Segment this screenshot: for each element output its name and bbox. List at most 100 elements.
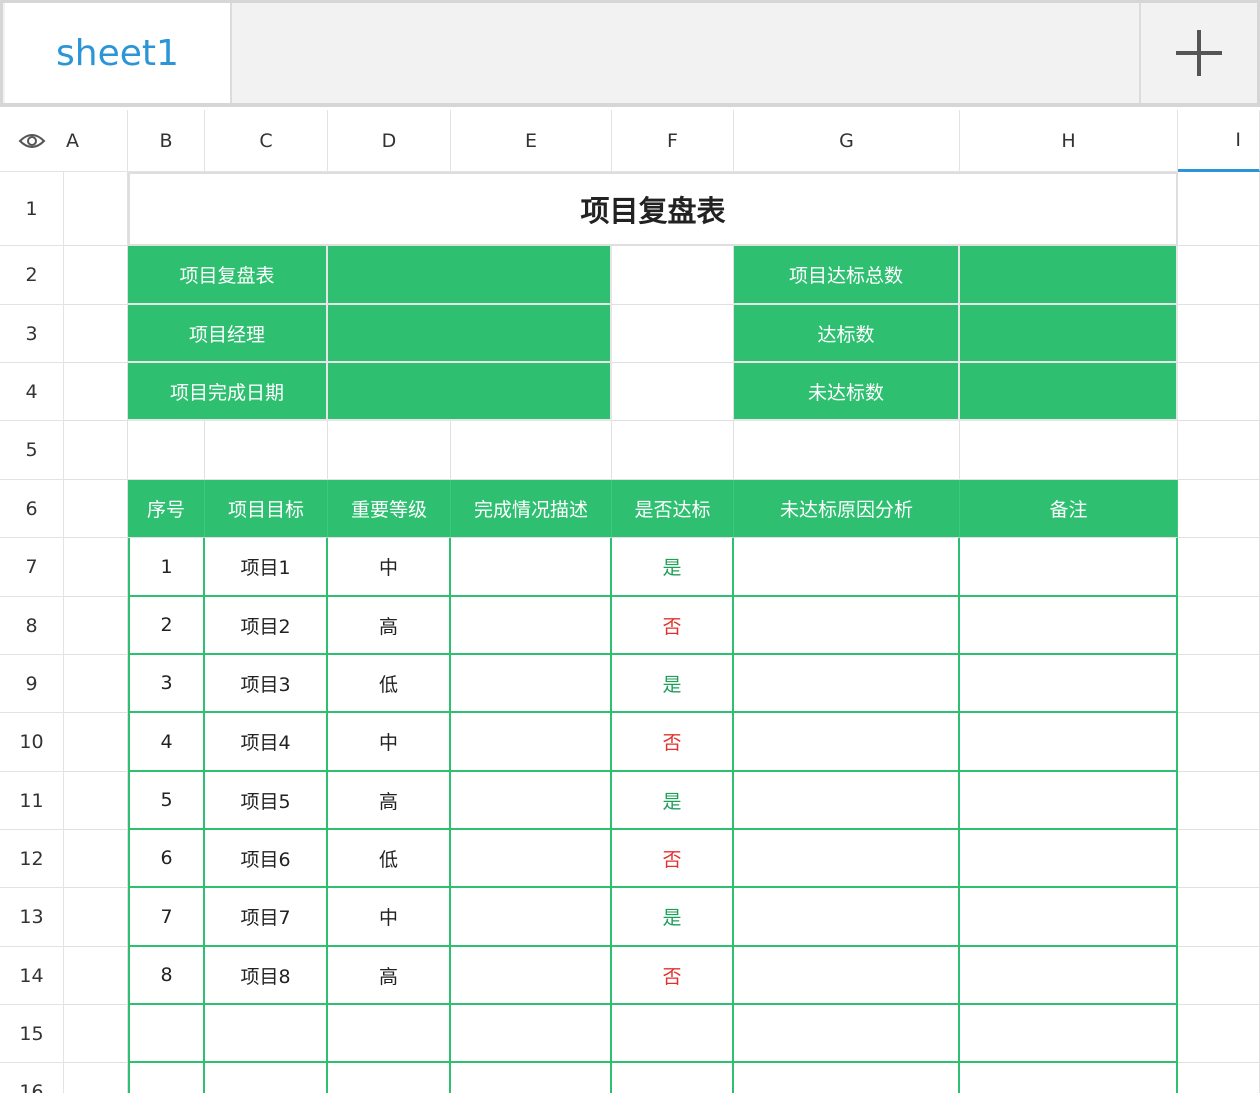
cell-d5[interactable] xyxy=(328,421,451,480)
table-cell-r7-c7[interactable] xyxy=(960,888,1178,947)
table-cell-r3-c2[interactable]: 项目3 xyxy=(205,655,328,713)
table-cell-r3-c6[interactable] xyxy=(734,655,960,713)
cell-i6[interactable] xyxy=(1178,480,1260,538)
table-cell-r6-c1[interactable]: 6 xyxy=(128,830,205,888)
cell-b16[interactable] xyxy=(128,1063,205,1093)
cell-a13[interactable] xyxy=(64,888,128,947)
cell-a11[interactable] xyxy=(64,772,128,830)
cell-f3[interactable] xyxy=(612,305,734,363)
row-header-3[interactable]: 3 xyxy=(0,305,64,363)
table-cell-r8-c1[interactable]: 8 xyxy=(128,947,205,1005)
cell-h5[interactable] xyxy=(960,421,1178,480)
table-header-2[interactable]: 项目目标 xyxy=(205,480,328,538)
table-cell-r2-c4[interactable] xyxy=(451,597,612,655)
cell-e5[interactable] xyxy=(451,421,612,480)
row-header-4[interactable]: 4 xyxy=(0,363,64,421)
row-header-5[interactable]: 5 xyxy=(0,421,64,480)
row-header-1[interactable]: 1 xyxy=(0,172,64,246)
cell-i5[interactable] xyxy=(1178,421,1260,480)
cell-a6[interactable] xyxy=(64,480,128,538)
cell-d16[interactable] xyxy=(328,1063,451,1093)
cell-b5[interactable] xyxy=(128,421,205,480)
table-cell-r7-c5[interactable]: 是 xyxy=(612,888,734,947)
column-header-d[interactable]: D xyxy=(328,110,451,172)
table-cell-r5-c6[interactable] xyxy=(734,772,960,830)
cell-d15[interactable] xyxy=(328,1005,451,1063)
column-header-g[interactable]: G xyxy=(734,110,960,172)
cell-a2[interactable] xyxy=(64,246,128,305)
cell-a12[interactable] xyxy=(64,830,128,888)
cell-a3[interactable] xyxy=(64,305,128,363)
cell-a15[interactable] xyxy=(64,1005,128,1063)
table-cell-r5-c4[interactable] xyxy=(451,772,612,830)
table-cell-r2-c1[interactable]: 2 xyxy=(128,597,205,655)
table-cell-r1-c5[interactable]: 是 xyxy=(612,538,734,597)
table-cell-r8-c7[interactable] xyxy=(960,947,1178,1005)
cell-f2[interactable] xyxy=(612,246,734,305)
table-cell-r6-c6[interactable] xyxy=(734,830,960,888)
cell-i16[interactable] xyxy=(1178,1063,1260,1093)
table-cell-r3-c7[interactable] xyxy=(960,655,1178,713)
cell-a1[interactable] xyxy=(64,172,128,246)
row-header-2[interactable]: 2 xyxy=(0,246,64,305)
column-header-c[interactable]: C xyxy=(205,110,328,172)
cell-a10[interactable] xyxy=(64,713,128,772)
cell-i7[interactable] xyxy=(1178,538,1260,597)
cell-f15[interactable] xyxy=(612,1005,734,1063)
cell-a4[interactable] xyxy=(64,363,128,421)
table-header-5[interactable]: 是否达标 xyxy=(612,480,734,538)
row-header-16[interactable]: 16 xyxy=(0,1063,64,1093)
sheet-title-cell[interactable]: 项目复盘表 xyxy=(128,172,1178,246)
cell-i4[interactable] xyxy=(1178,363,1260,421)
table-cell-r1-c3[interactable]: 中 xyxy=(328,538,451,597)
cell-f16[interactable] xyxy=(612,1063,734,1093)
visibility-toggle-button[interactable] xyxy=(0,110,64,172)
cell-g16[interactable] xyxy=(734,1063,960,1093)
cell-h15[interactable] xyxy=(960,1005,1178,1063)
cell-i11[interactable] xyxy=(1178,772,1260,830)
table-cell-r4-c5[interactable]: 否 xyxy=(612,713,734,772)
tab-sheet1[interactable]: sheet1 xyxy=(5,3,232,103)
row-header-15[interactable]: 15 xyxy=(0,1005,64,1063)
info-label-left-2[interactable]: 项目经理 xyxy=(128,305,328,363)
row-header-10[interactable]: 10 xyxy=(0,713,64,772)
row-header-8[interactable]: 8 xyxy=(0,597,64,655)
cell-e16[interactable] xyxy=(451,1063,612,1093)
cell-i3[interactable] xyxy=(1178,305,1260,363)
cell-b15[interactable] xyxy=(128,1005,205,1063)
info-value-right-3[interactable] xyxy=(960,363,1178,421)
table-cell-r7-c2[interactable]: 项目7 xyxy=(205,888,328,947)
info-value-right-2[interactable] xyxy=(960,305,1178,363)
column-header-b[interactable]: B xyxy=(128,110,205,172)
cell-a5[interactable] xyxy=(64,421,128,480)
column-header-f[interactable]: F xyxy=(612,110,734,172)
cell-g5[interactable] xyxy=(734,421,960,480)
cell-i15[interactable] xyxy=(1178,1005,1260,1063)
cell-e15[interactable] xyxy=(451,1005,612,1063)
row-header-6[interactable]: 6 xyxy=(0,480,64,538)
info-label-left-1[interactable]: 项目复盘表 xyxy=(128,246,328,305)
cell-c15[interactable] xyxy=(205,1005,328,1063)
table-cell-r6-c7[interactable] xyxy=(960,830,1178,888)
table-cell-r8-c6[interactable] xyxy=(734,947,960,1005)
table-cell-r2-c2[interactable]: 项目2 xyxy=(205,597,328,655)
table-cell-r2-c7[interactable] xyxy=(960,597,1178,655)
table-header-6[interactable]: 未达标原因分析 xyxy=(734,480,960,538)
table-cell-r1-c7[interactable] xyxy=(960,538,1178,597)
info-label-right-1[interactable]: 项目达标总数 xyxy=(734,246,960,305)
table-cell-r2-c5[interactable]: 否 xyxy=(612,597,734,655)
cell-i14[interactable] xyxy=(1178,947,1260,1005)
table-cell-r1-c2[interactable]: 项目1 xyxy=(205,538,328,597)
table-header-3[interactable]: 重要等级 xyxy=(328,480,451,538)
table-cell-r6-c5[interactable]: 否 xyxy=(612,830,734,888)
table-cell-r4-c2[interactable]: 项目4 xyxy=(205,713,328,772)
cell-i2[interactable] xyxy=(1178,246,1260,305)
cell-i12[interactable] xyxy=(1178,830,1260,888)
table-cell-r1-c6[interactable] xyxy=(734,538,960,597)
table-cell-r3-c3[interactable]: 低 xyxy=(328,655,451,713)
table-cell-r6-c4[interactable] xyxy=(451,830,612,888)
table-cell-r7-c1[interactable]: 7 xyxy=(128,888,205,947)
row-header-11[interactable]: 11 xyxy=(0,772,64,830)
table-header-1[interactable]: 序号 xyxy=(128,480,205,538)
cell-a7[interactable] xyxy=(64,538,128,597)
